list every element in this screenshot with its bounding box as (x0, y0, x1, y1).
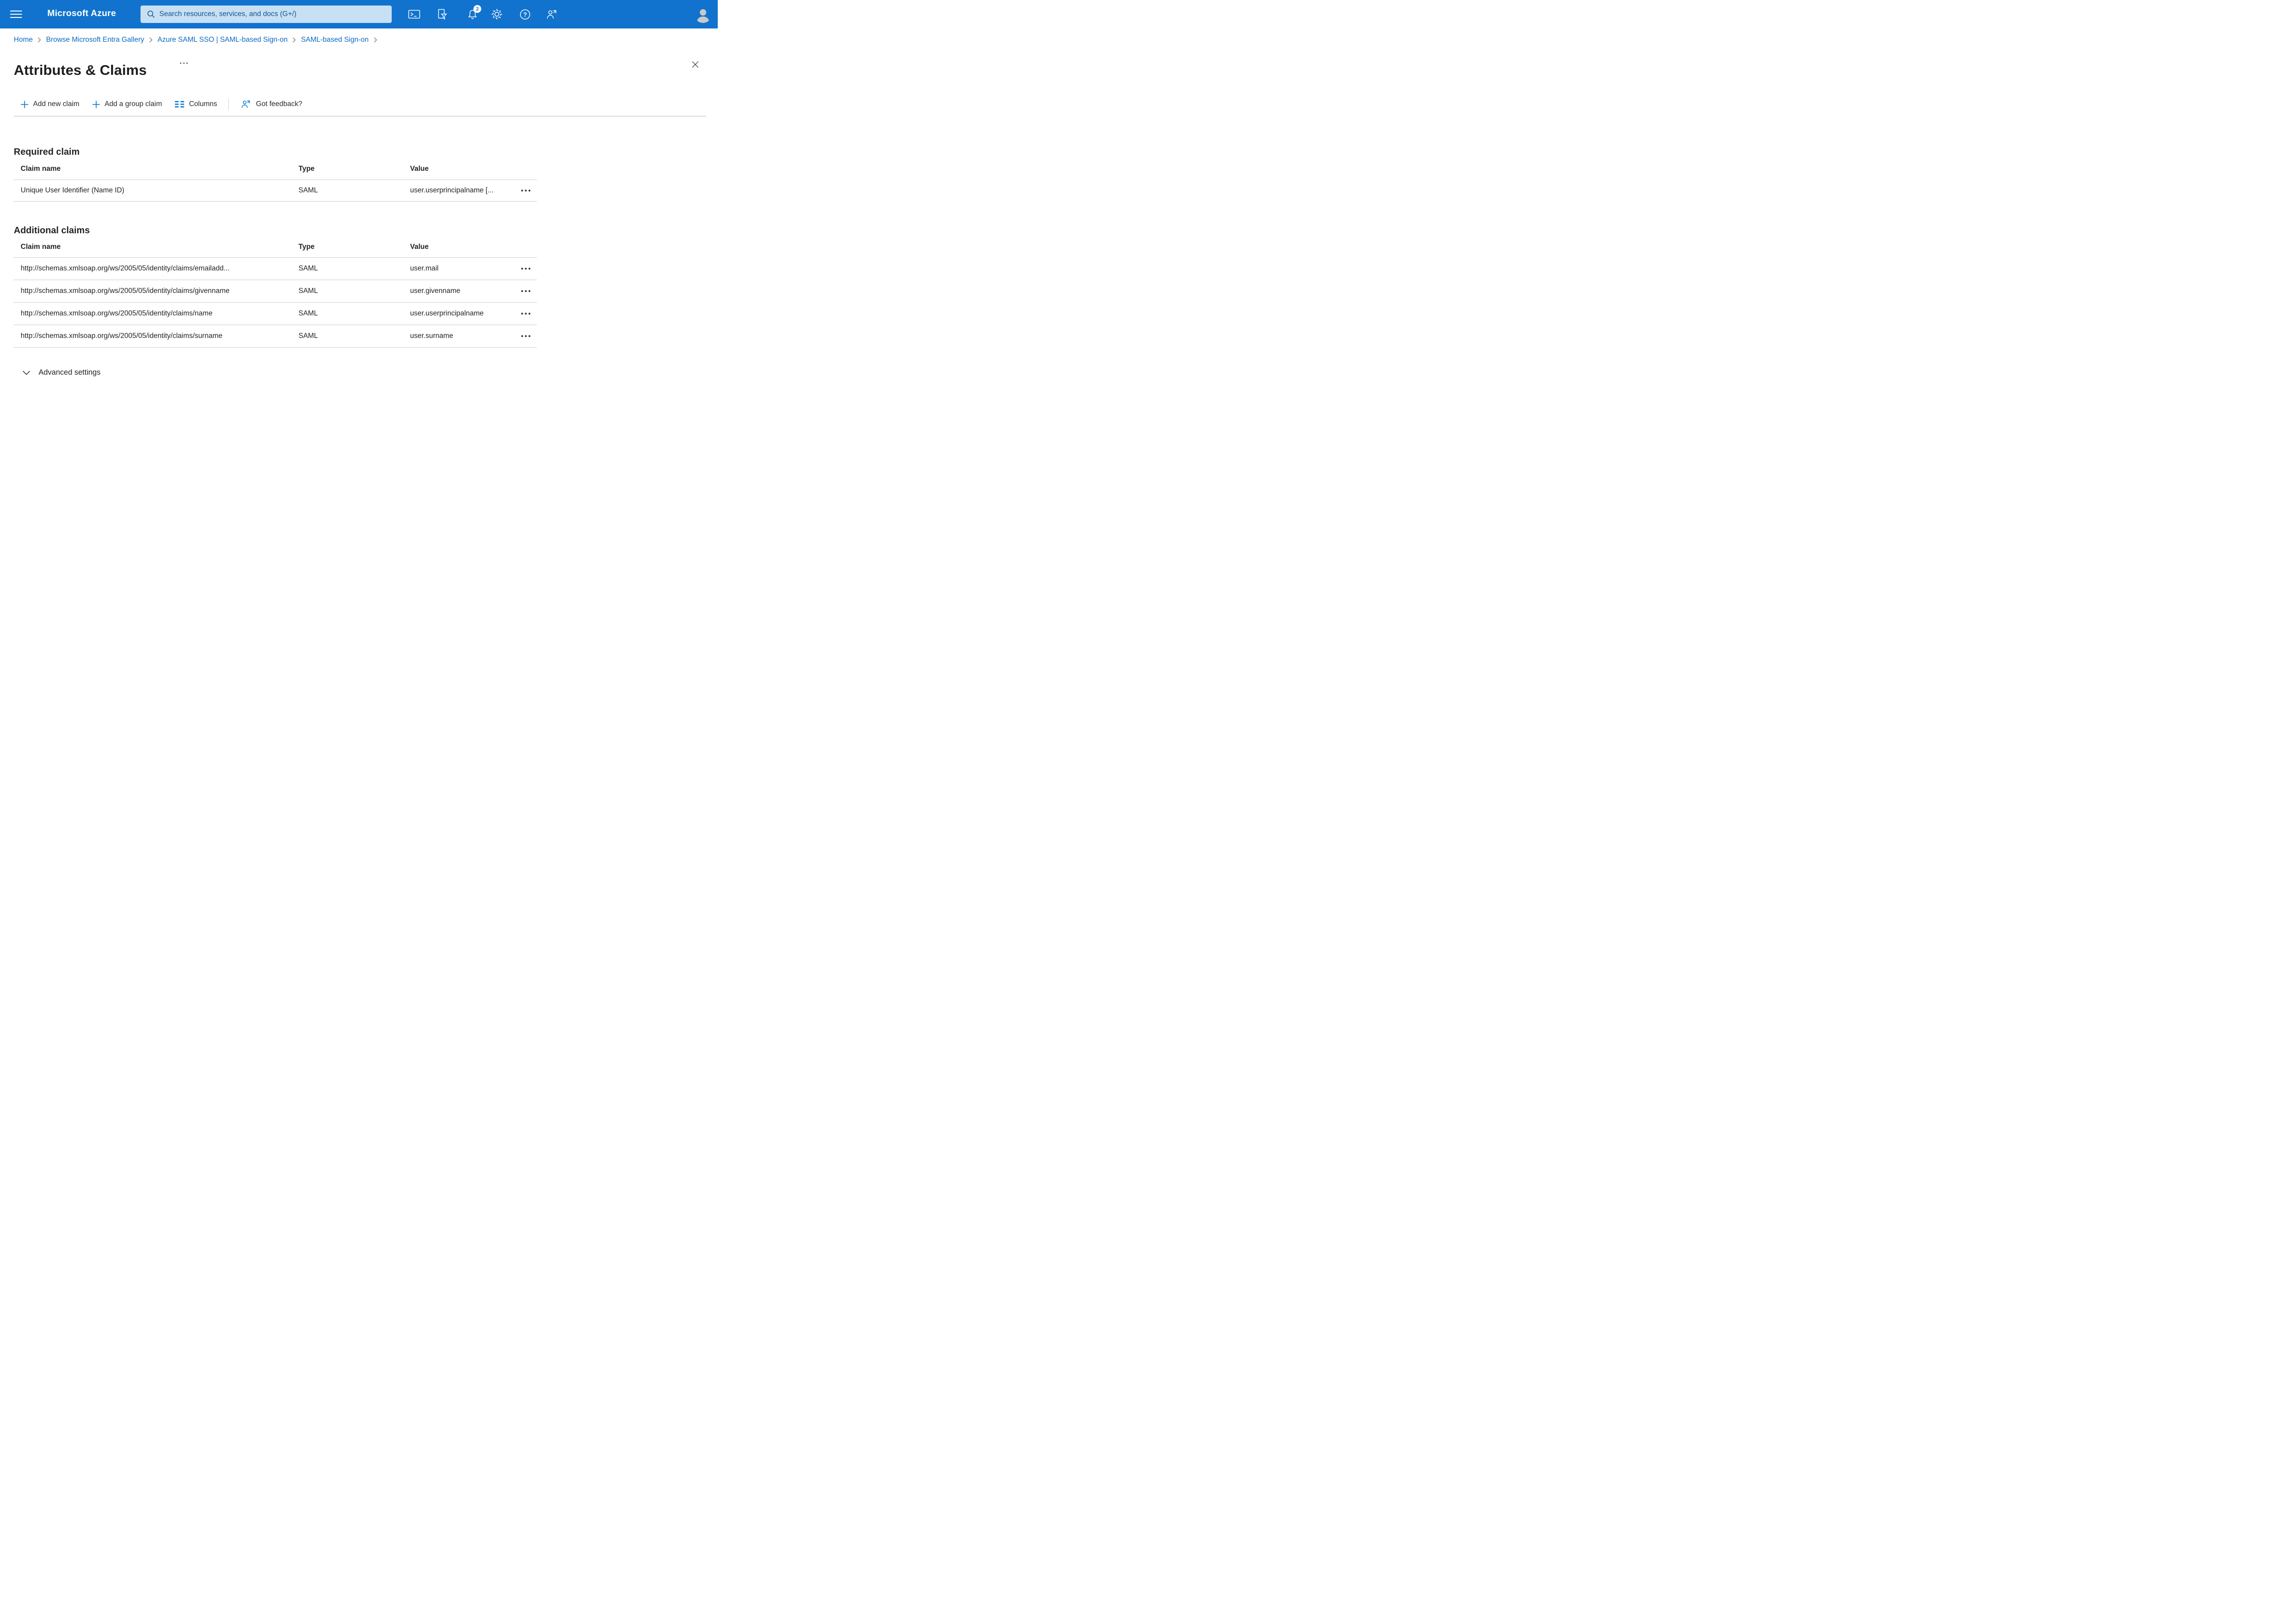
cell-type: SAML (298, 332, 318, 340)
feedback-button[interactable] (542, 5, 561, 23)
chevron-down-icon (23, 370, 30, 375)
additional-claims-heading: Additional claims (14, 225, 90, 236)
breadcrumb-separator-icon (293, 37, 296, 43)
cloud-shell-icon (408, 10, 420, 19)
add-group-claim-label: Add a group claim (104, 100, 162, 108)
global-search[interactable] (141, 6, 392, 23)
help-icon: ? (520, 9, 530, 19)
settings-button[interactable] (488, 5, 506, 23)
breadcrumb-item-app-sso[interactable]: Azure SAML SSO | SAML-based Sign-on (158, 36, 287, 44)
toolbar-divider (228, 98, 229, 110)
close-icon (692, 61, 698, 68)
table-row[interactable]: http://schemas.xmlsoap.org/ws/2005/05/id… (14, 325, 537, 348)
cell-value: user.givenname (410, 287, 461, 295)
cell-type: SAML (298, 186, 318, 194)
add-new-claim-button[interactable]: Add new claim (20, 98, 80, 110)
got-feedback-button[interactable]: Got feedback? (240, 97, 303, 111)
cell-claim-name: http://schemas.xmlsoap.org/ws/2005/05/id… (21, 264, 230, 272)
breadcrumb-item-home[interactable]: Home (14, 36, 33, 44)
row-menu-button[interactable] (520, 310, 531, 317)
title-overflow-menu-button[interactable] (178, 61, 190, 66)
cloud-shell-button[interactable] (405, 5, 423, 23)
close-button[interactable] (689, 58, 702, 71)
cell-claim-name: Unique User Identifier (Name ID) (21, 186, 124, 194)
cell-value: user.mail (410, 264, 439, 272)
breadcrumb-separator-icon (149, 37, 152, 43)
notifications-button[interactable]: 2 (463, 5, 482, 23)
cell-type: SAML (298, 264, 318, 272)
breadcrumb: Home Browse Microsoft Entra Gallery Azur… (14, 36, 382, 44)
breadcrumb-item-saml-signon[interactable]: SAML-based Sign-on (301, 36, 368, 44)
row-menu-button[interactable] (520, 265, 531, 272)
topbar: Microsoft Azure Search resources, servic… (0, 0, 718, 28)
page-title: Attributes & Claims (14, 62, 147, 78)
got-feedback-label: Got feedback? (256, 100, 303, 108)
cell-value: user.userprincipalname (410, 309, 484, 317)
advanced-settings-toggle[interactable]: Advanced settings (22, 366, 101, 379)
avatar-person-icon (697, 9, 709, 23)
plus-icon (21, 101, 28, 108)
row-menu-button[interactable] (520, 187, 531, 194)
columns-label: Columns (189, 100, 217, 108)
cell-claim-name: http://schemas.xmlsoap.org/ws/2005/05/id… (21, 309, 213, 317)
search-icon (147, 11, 155, 18)
advanced-settings-label: Advanced settings (39, 368, 101, 377)
column-header-type: Type (298, 242, 315, 251)
table-header-row: Claim name Type Value (14, 236, 537, 258)
column-header-value: Value (410, 242, 429, 251)
row-menu-button[interactable] (520, 288, 531, 294)
additional-claims-table: Claim name Type Value http://schemas.xml… (14, 236, 537, 348)
azure-portal-window: Microsoft Azure Search resources, servic… (0, 0, 718, 402)
required-claim-table: Claim name Type Value Unique User Identi… (14, 158, 537, 202)
column-header-claim-name: Claim name (21, 164, 61, 173)
columns-icon (174, 101, 184, 107)
cell-claim-name: http://schemas.xmlsoap.org/ws/2005/05/id… (21, 287, 230, 295)
add-new-claim-label: Add new claim (33, 100, 79, 108)
table-row[interactable]: http://schemas.xmlsoap.org/ws/2005/05/id… (14, 258, 537, 280)
cell-type: SAML (298, 309, 318, 317)
column-header-claim-name: Claim name (21, 242, 61, 251)
svg-text:?: ? (523, 11, 527, 18)
add-group-claim-button[interactable]: Add a group claim (91, 98, 163, 110)
feedback-person-icon (546, 10, 556, 19)
search-input[interactable] (155, 6, 392, 23)
directories-filter-icon (438, 9, 447, 20)
help-button[interactable]: ? (516, 5, 534, 23)
cell-type: SAML (298, 287, 318, 295)
table-row[interactable]: Unique User Identifier (Name ID) SAML us… (14, 180, 537, 202)
toolbar-rule (14, 116, 706, 117)
cell-claim-name: http://schemas.xmlsoap.org/ws/2005/05/id… (21, 332, 223, 340)
account-avatar[interactable] (694, 6, 712, 23)
cell-value: user.surname (410, 332, 453, 340)
required-claim-heading: Required claim (14, 146, 80, 157)
column-header-type: Type (298, 164, 315, 173)
breadcrumb-item-gallery[interactable]: Browse Microsoft Entra Gallery (46, 36, 144, 44)
cell-value: user.userprincipalname [... (410, 186, 494, 194)
plus-icon (92, 101, 100, 108)
row-menu-button[interactable] (520, 333, 531, 339)
table-header-row: Claim name Type Value (14, 158, 537, 180)
feedback-person-icon (242, 100, 250, 108)
azure-brand-title[interactable]: Microsoft Azure (47, 8, 116, 19)
directories-filter-button[interactable] (433, 5, 451, 23)
table-row[interactable]: http://schemas.xmlsoap.org/ws/2005/05/id… (14, 303, 537, 325)
table-row[interactable]: http://schemas.xmlsoap.org/ws/2005/05/id… (14, 280, 537, 303)
breadcrumb-separator-icon (38, 37, 41, 43)
column-header-value: Value (410, 164, 429, 173)
gear-icon (491, 9, 502, 20)
command-bar: Add new claim Add a group claim Columns (20, 96, 303, 112)
notification-count-badge: 2 (473, 5, 481, 13)
hamburger-menu-button[interactable] (10, 8, 24, 21)
columns-button[interactable]: Columns (174, 98, 218, 110)
breadcrumb-separator-icon (374, 37, 377, 43)
